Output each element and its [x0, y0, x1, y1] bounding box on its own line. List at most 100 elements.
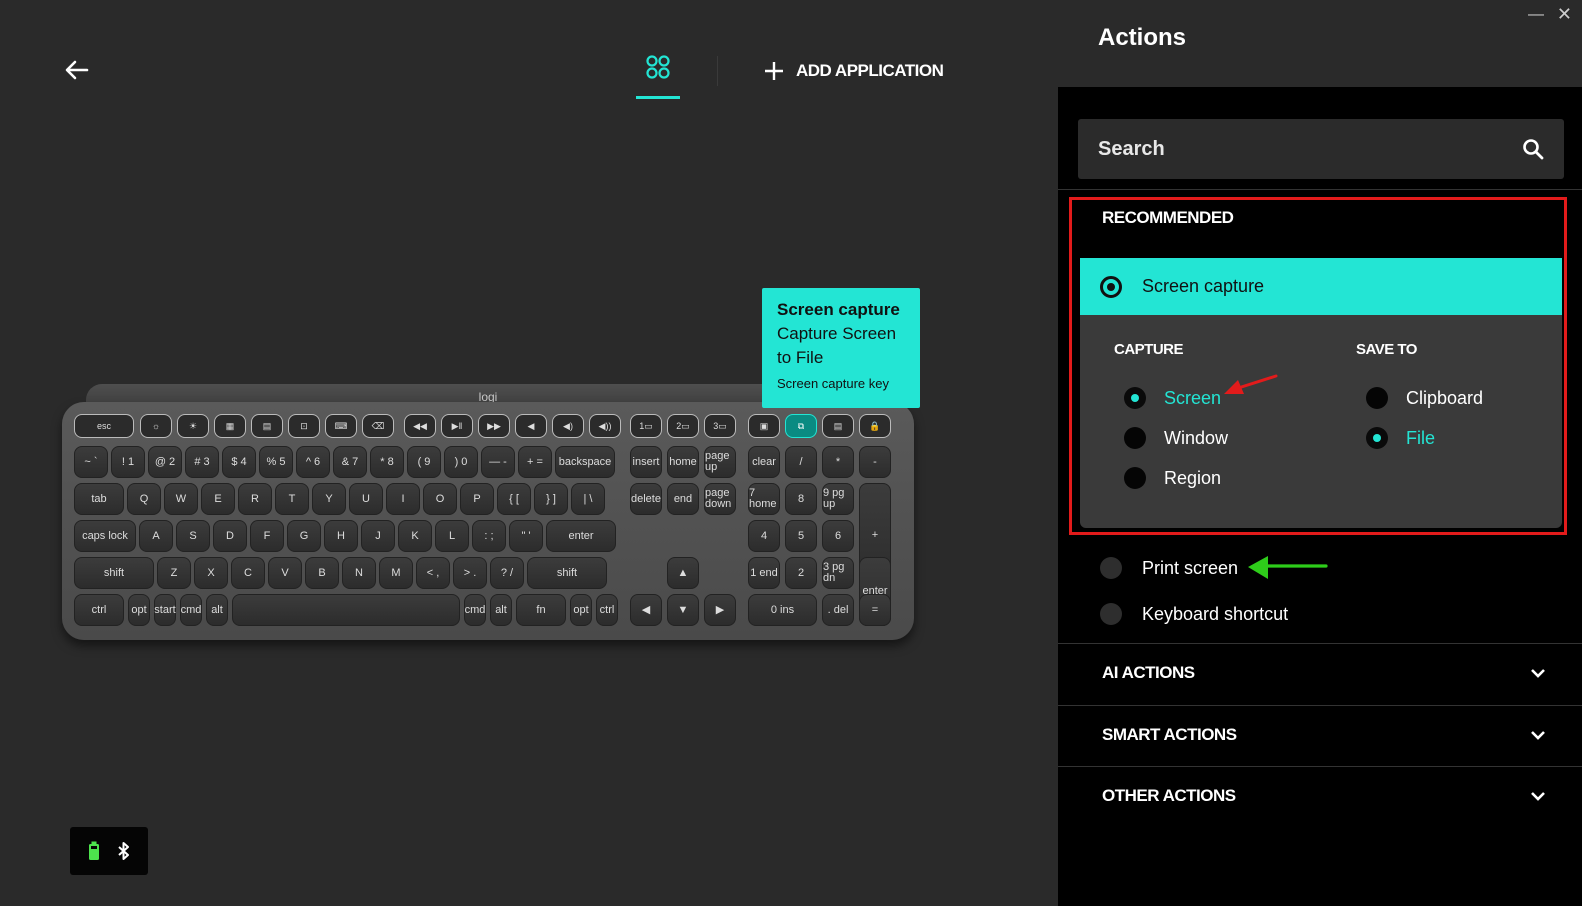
keyboard-key[interactable]: 4: [748, 520, 780, 552]
keyboard-key[interactable]: delete: [630, 483, 662, 515]
keyboard-key[interactable]: 8: [785, 483, 817, 515]
keyboard-key[interactable]: 6: [822, 520, 854, 552]
keyboard-key[interactable]: S: [176, 520, 210, 552]
back-button[interactable]: [62, 55, 92, 85]
keyboard-key[interactable]: & 7: [333, 446, 367, 478]
keyboard-key[interactable]: ctrl: [596, 594, 618, 626]
keyboard-key[interactable]: 1▭: [630, 414, 662, 438]
keyboard-key[interactable]: R: [238, 483, 272, 515]
keyboard-key[interactable]: end: [667, 483, 699, 515]
keyboard-key[interactable]: ⧉: [785, 414, 817, 438]
keyboard-key[interactable]: 2: [785, 557, 817, 589]
keyboard-key[interactable]: Q: [127, 483, 161, 515]
keyboard-key[interactable]: 5: [785, 520, 817, 552]
search-input[interactable]: [1098, 137, 1522, 161]
keyboard-key[interactable]: * 8: [370, 446, 404, 478]
keyboard-key[interactable]: B: [305, 557, 339, 589]
keyboard-key[interactable]: 7 home: [748, 483, 780, 515]
keyboard-key[interactable]: clear: [748, 446, 780, 478]
keyboard-key[interactable]: ^ 6: [296, 446, 330, 478]
keyboard-key[interactable]: ⌫: [362, 414, 394, 438]
keyboard-key[interactable]: C: [231, 557, 265, 589]
keyboard-key[interactable]: fn: [516, 594, 566, 626]
keyboard-key[interactable]: 9 pg up: [822, 483, 854, 515]
keyboard-key[interactable]: *: [822, 446, 854, 478]
keyboard-key[interactable]: N: [342, 557, 376, 589]
keyboard-key[interactable]: I: [386, 483, 420, 515]
keyboard-key[interactable]: ◀)): [589, 414, 621, 438]
keyboard-key[interactable]: ◀◀: [404, 414, 436, 438]
action-keyboard-shortcut[interactable]: Keyboard shortcut: [1100, 603, 1288, 625]
keyboard-key[interactable]: 🔒: [859, 414, 891, 438]
keyboard-key[interactable]: % 5: [259, 446, 293, 478]
keyboard-key[interactable]: page down: [704, 483, 736, 515]
keyboard-key[interactable]: P: [460, 483, 494, 515]
keyboard-key[interactable]: shift: [74, 557, 154, 589]
keyboard-key[interactable]: ▶: [704, 594, 736, 626]
keyboard-key[interactable]: ) 0: [444, 446, 478, 478]
keyboard-key[interactable]: backspace: [555, 446, 615, 478]
keyboard-key[interactable]: F: [250, 520, 284, 552]
keyboard-key[interactable]: T: [275, 483, 309, 515]
keyboard-key[interactable]: Z: [157, 557, 191, 589]
keyboard-key[interactable]: | \: [571, 483, 605, 515]
add-application-button[interactable]: ADD APPLICATION: [764, 58, 944, 84]
keyboard-key[interactable]: caps lock: [74, 520, 136, 552]
keyboard-key[interactable]: ☼: [140, 414, 172, 438]
keyboard-key[interactable]: 3▭: [704, 414, 736, 438]
keyboard-key[interactable]: shift: [527, 557, 607, 589]
keyboard-key[interactable]: insert: [630, 446, 662, 478]
keyboard-key[interactable]: > .: [453, 557, 487, 589]
keyboard-key[interactable]: A: [139, 520, 173, 552]
keyboard-key[interactable]: =: [859, 594, 891, 626]
keyboard-key[interactable]: ⌨: [325, 414, 357, 438]
keyboard-key[interactable]: X: [194, 557, 228, 589]
keyboard-key[interactable]: ( 9: [407, 446, 441, 478]
keyboard-key[interactable]: G: [287, 520, 321, 552]
keyboard-key[interactable]: J: [361, 520, 395, 552]
keyboard-key[interactable]: D: [213, 520, 247, 552]
keyboard-key[interactable]: ? /: [490, 557, 524, 589]
keyboard-key[interactable]: : ;: [472, 520, 506, 552]
keyboard-key[interactable]: L: [435, 520, 469, 552]
keyboard-key[interactable]: /: [785, 446, 817, 478]
keyboard-key[interactable]: page up: [704, 446, 736, 478]
keyboard-key[interactable]: ctrl: [74, 594, 124, 626]
keyboard-key[interactable]: Y: [312, 483, 346, 515]
section-ai-actions[interactable]: AI ACTIONS: [1058, 643, 1582, 703]
keyboard-key[interactable]: [232, 594, 460, 626]
search-icon[interactable]: [1522, 138, 1544, 160]
keyboard-key[interactable]: alt: [206, 594, 228, 626]
keyboard-key[interactable]: U: [349, 483, 383, 515]
keyboard-key[interactable]: tab: [74, 483, 124, 515]
keyboard-key[interactable]: 0 ins: [748, 594, 817, 626]
keyboard-key[interactable]: 1 end: [748, 557, 780, 589]
tab-all-applications[interactable]: [636, 54, 680, 99]
keyboard-key[interactable]: ⊡: [288, 414, 320, 438]
keyboard-key[interactable]: ▲: [667, 557, 699, 589]
section-other-actions[interactable]: OTHER ACTIONS: [1058, 766, 1582, 826]
minimize-button[interactable]: —: [1528, 6, 1544, 24]
keyboard-key[interactable]: ▶▶: [478, 414, 510, 438]
keyboard-key[interactable]: + =: [518, 446, 552, 478]
keyboard-key[interactable]: V: [268, 557, 302, 589]
keyboard-key[interactable]: ▤: [822, 414, 854, 438]
keyboard-key[interactable]: 2▭: [667, 414, 699, 438]
keyboard-key[interactable]: } ]: [534, 483, 568, 515]
keyboard-key[interactable]: ~ `: [74, 446, 108, 478]
keyboard-key[interactable]: ◀): [552, 414, 584, 438]
section-smart-actions[interactable]: SMART ACTIONS: [1058, 705, 1582, 765]
keyboard-key[interactable]: 3 pg dn: [822, 557, 854, 589]
keyboard-key[interactable]: ▼: [667, 594, 699, 626]
keyboard-key[interactable]: H: [324, 520, 358, 552]
search-box[interactable]: [1078, 119, 1564, 179]
keyboard-key[interactable]: ◀: [630, 594, 662, 626]
keyboard-key[interactable]: @ 2: [148, 446, 182, 478]
keyboard-key[interactable]: ☀: [177, 414, 209, 438]
keyboard-key[interactable]: K: [398, 520, 432, 552]
keyboard-key[interactable]: cmd: [180, 594, 202, 626]
keyboard-key[interactable]: # 3: [185, 446, 219, 478]
action-print-screen[interactable]: Print screen: [1100, 557, 1238, 579]
keyboard-key[interactable]: ▣: [748, 414, 780, 438]
keyboard-key[interactable]: alt: [490, 594, 512, 626]
